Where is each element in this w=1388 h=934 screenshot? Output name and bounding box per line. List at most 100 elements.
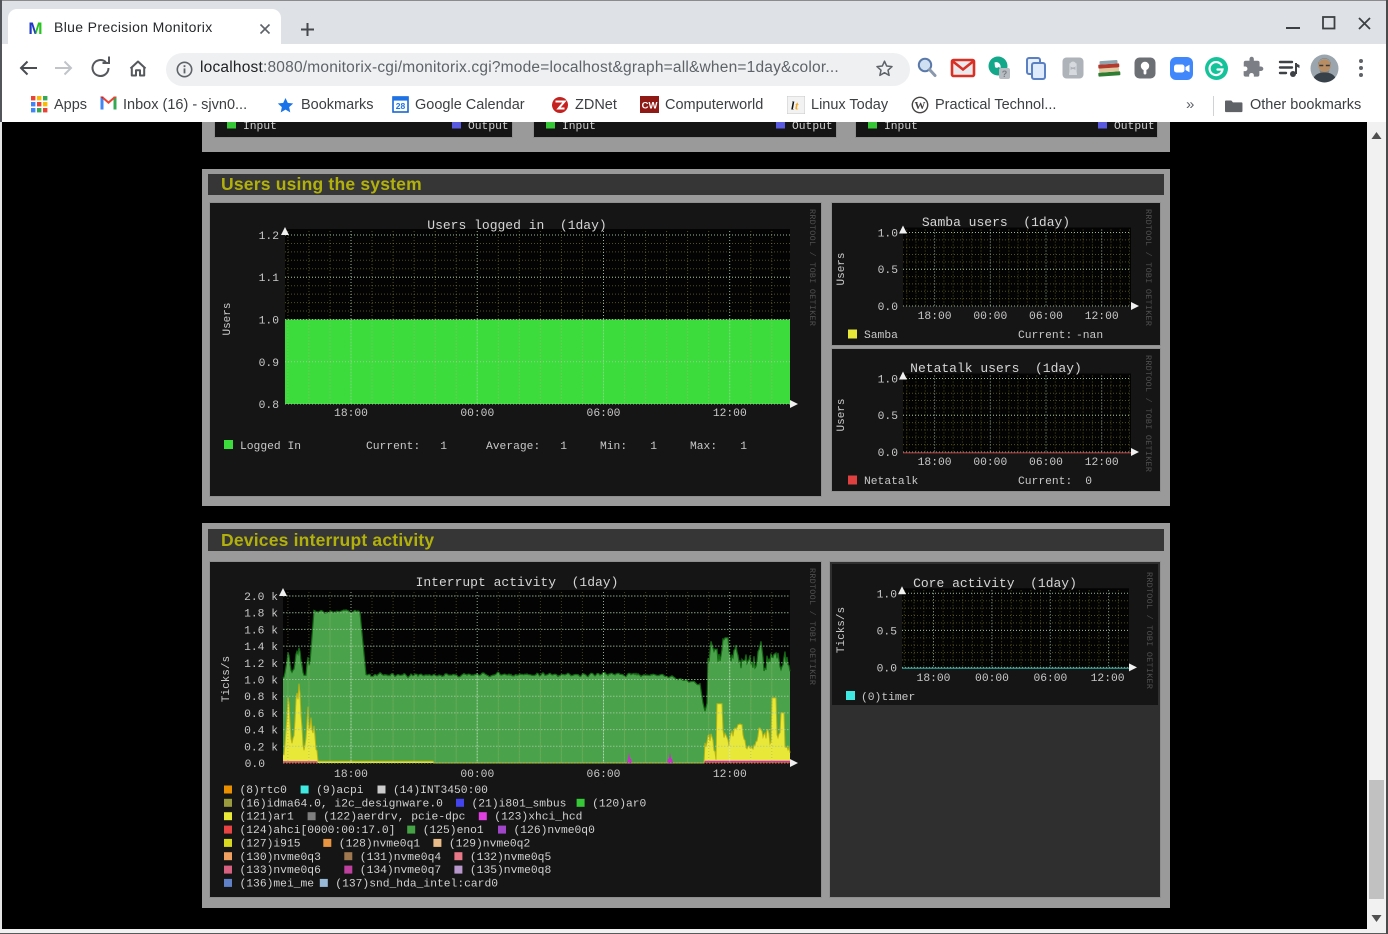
svg-text:Output: Output	[1114, 122, 1155, 133]
svg-text:06:00: 06:00	[1029, 457, 1063, 469]
svg-text:RRDTOOL / TOBI OETIKER: RRDTOOL / TOBI OETIKER	[1143, 209, 1153, 326]
svg-text:1.0: 1.0	[259, 316, 280, 328]
svg-text:06:00: 06:00	[587, 408, 621, 420]
svg-text:1.6 k: 1.6 k	[244, 625, 278, 637]
svg-text:(125)eno1: (125)eno1	[423, 825, 484, 837]
svg-text:Logged In: Logged In	[240, 441, 301, 453]
svg-text:Average:: Average:	[486, 441, 540, 453]
svg-text:(21)i801_smbus: (21)i801_smbus	[472, 798, 567, 810]
svg-text:1.2 k: 1.2 k	[244, 659, 278, 671]
svg-text:?: ?	[1002, 69, 1008, 79]
svg-text:12:00: 12:00	[1091, 673, 1125, 685]
svg-text:0.5: 0.5	[878, 411, 899, 423]
svg-text:(131)nvme0q4: (131)nvme0q4	[360, 852, 442, 864]
svg-text:(121)ar1: (121)ar1	[240, 812, 294, 824]
svg-text:0.2 k: 0.2 k	[244, 742, 278, 754]
svg-text:(133)nvme0q6: (133)nvme0q6	[240, 865, 322, 877]
svg-text:0.0: 0.0	[878, 448, 899, 460]
svg-text:0.6 k: 0.6 k	[244, 709, 278, 721]
svg-text:0.5: 0.5	[878, 265, 899, 277]
svg-text:(129)nvme0q2: (129)nvme0q2	[449, 838, 530, 850]
svg-text:RRDTOOL / TOBI OETIKER: RRDTOOL / TOBI OETIKER	[807, 209, 817, 326]
svg-text:RRDTOOL / TOBI OETIKER: RRDTOOL / TOBI OETIKER	[1143, 355, 1153, 472]
svg-text:Samba: Samba	[864, 330, 898, 342]
svg-text:(137)snd_hda_intel:card0: (137)snd_hda_intel:card0	[335, 878, 498, 890]
svg-text:(124)ahci[0000:00:17.0]: (124)ahci[0000:00:17.0]	[240, 825, 396, 837]
svg-text:06:00: 06:00	[587, 769, 621, 781]
svg-text:1: 1	[740, 441, 747, 453]
svg-text:1.0: 1.0	[878, 375, 899, 387]
svg-text:0.8 k: 0.8 k	[244, 692, 278, 704]
svg-text:12:00: 12:00	[713, 769, 747, 781]
svg-text:Current:: Current:	[1018, 330, 1072, 342]
svg-text:1.0 k: 1.0 k	[244, 676, 278, 688]
svg-text:1.4 k: 1.4 k	[244, 642, 278, 654]
svg-text:Current:: Current:	[366, 441, 420, 453]
svg-text:(8)rtc0: (8)rtc0	[240, 785, 288, 797]
svg-text:(16)idma64.0, i2c_designware.0: (16)idma64.0, i2c_designware.0	[240, 798, 444, 810]
svg-text:(120)ar0: (120)ar0	[592, 798, 646, 810]
svg-text:RRDTOOL / TOBI OETIKER: RRDTOOL / TOBI OETIKER	[807, 568, 817, 685]
svg-text:Interrupt activity (1day): Interrupt activity (1day)	[416, 575, 619, 590]
svg-text:28: 28	[396, 101, 406, 111]
svg-text:(122)aerdrv, pcie-dpc: (122)aerdrv, pcie-dpc	[323, 812, 465, 824]
svg-text:18:00: 18:00	[918, 311, 952, 323]
svg-text:0.5: 0.5	[877, 626, 898, 638]
svg-text:(9)acpi: (9)acpi	[316, 785, 364, 797]
svg-text:(136)mei_me: (136)mei_me	[240, 878, 315, 890]
svg-text:(132)nvme0q5: (132)nvme0q5	[470, 852, 552, 864]
svg-text:0.0: 0.0	[877, 663, 898, 675]
svg-text:18:00: 18:00	[918, 457, 952, 469]
svg-text:(123)xhci_hcd: (123)xhci_hcd	[494, 812, 582, 824]
svg-text:Min:: Min:	[600, 441, 627, 453]
svg-text:-nan: -nan	[1076, 330, 1103, 342]
svg-text:(126)nvme0q0: (126)nvme0q0	[514, 825, 596, 837]
svg-text:00:00: 00:00	[460, 408, 494, 420]
svg-text:00:00: 00:00	[460, 769, 494, 781]
svg-text:0.0: 0.0	[878, 302, 899, 314]
svg-text:2.0 k: 2.0 k	[244, 592, 278, 604]
svg-text:(128)nvme0q1: (128)nvme0q1	[339, 838, 421, 850]
svg-text:(134)nvme0q7: (134)nvme0q7	[360, 865, 441, 877]
svg-text:Input: Input	[562, 122, 596, 133]
svg-text:Output: Output	[468, 122, 509, 133]
svg-text:12:00: 12:00	[1085, 311, 1119, 323]
svg-text:(135)nvme0q8: (135)nvme0q8	[470, 865, 552, 877]
svg-text:18:00: 18:00	[334, 408, 368, 420]
svg-text:0: 0	[1085, 476, 1092, 488]
svg-text:1.0: 1.0	[877, 589, 898, 601]
svg-text:00:00: 00:00	[973, 457, 1007, 469]
svg-text:(127)i915: (127)i915	[240, 838, 301, 850]
svg-text:(130)nvme0q3: (130)nvme0q3	[240, 852, 322, 864]
svg-text:Input: Input	[884, 122, 918, 133]
svg-text:Output: Output	[792, 122, 833, 133]
svg-text:0.9: 0.9	[259, 358, 279, 370]
svg-text:12:00: 12:00	[1085, 457, 1119, 469]
svg-text:Core activity (1day): Core activity (1day)	[913, 576, 1077, 591]
svg-text:1: 1	[560, 441, 567, 453]
svg-text:Samba users (1day): Samba users (1day)	[922, 215, 1070, 230]
svg-text:1.8 k: 1.8 k	[244, 609, 278, 621]
svg-text:1: 1	[650, 441, 657, 453]
svg-text:00:00: 00:00	[975, 673, 1009, 685]
svg-text:Users: Users	[836, 252, 848, 285]
svg-text:Users logged in (1day): Users logged in (1day)	[427, 218, 606, 233]
svg-text:06:00: 06:00	[1033, 673, 1067, 685]
svg-text:18:00: 18:00	[917, 673, 951, 685]
svg-text:(14)INT3450:00: (14)INT3450:00	[393, 785, 488, 797]
svg-text:00:00: 00:00	[973, 311, 1007, 323]
svg-text:1.1: 1.1	[259, 273, 280, 285]
svg-text:0.8: 0.8	[259, 400, 280, 412]
svg-text:18:00: 18:00	[334, 769, 368, 781]
svg-text:1: 1	[440, 441, 447, 453]
svg-text:06:00: 06:00	[1029, 311, 1063, 323]
svg-text:W: W	[915, 100, 926, 112]
svg-text:(0)timer: (0)timer	[861, 692, 915, 704]
svg-text:Users: Users	[836, 398, 848, 431]
svg-text:RRDTOOL / TOBI OETIKER: RRDTOOL / TOBI OETIKER	[1144, 572, 1154, 689]
svg-text:Input: Input	[243, 122, 277, 133]
svg-text:0.0: 0.0	[245, 759, 266, 771]
svg-text:Ticks/s: Ticks/s	[836, 607, 848, 653]
svg-text:Users: Users	[222, 302, 234, 335]
svg-text:1.0: 1.0	[878, 229, 899, 241]
